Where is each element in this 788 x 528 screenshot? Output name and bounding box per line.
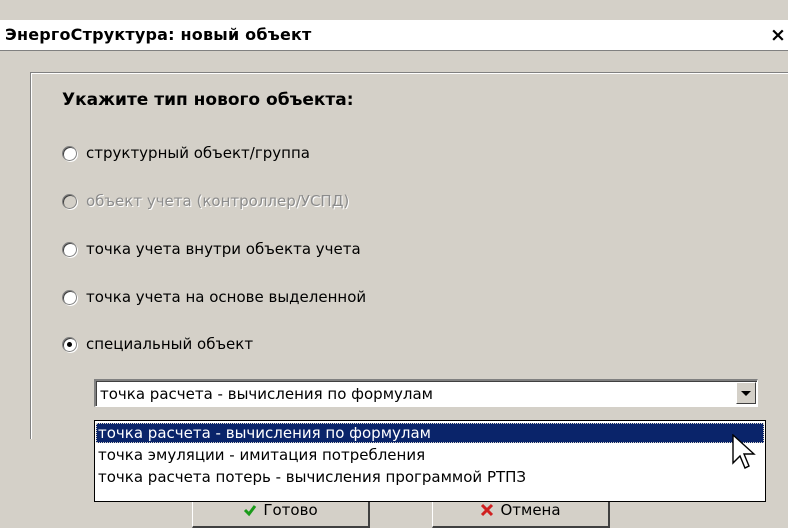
dialog-window: ЭнергоСтруктура: новый объект × Укажите …: [0, 0, 788, 528]
form-heading: Укажите тип нового объекта:: [62, 90, 354, 110]
dropdown-option[interactable]: точка эмуляции - имитация потребления: [96, 445, 764, 465]
select-current-value: точка расчета - вычисления по формулам: [100, 385, 433, 403]
title-bar[interactable]: ЭнергоСтруктура: новый объект ×: [0, 20, 788, 50]
radio-button-icon: [62, 193, 77, 209]
radio-label: объект учета (контроллер/УСПД): [86, 192, 350, 210]
title-separator: [0, 50, 788, 51]
dropdown-option[interactable]: точка расчета потерь - вычисления програ…: [96, 467, 764, 487]
window-title: ЭнергоСтруктура: новый объект: [5, 25, 312, 44]
radio-checked-dot: [67, 341, 72, 347]
cancel-button-label: Отмена: [500, 501, 561, 519]
radio-button-icon[interactable]: [62, 241, 77, 257]
cross-icon: [481, 503, 494, 517]
radio-label: специальный объект: [86, 335, 254, 353]
close-icon[interactable]: ×: [768, 24, 788, 46]
ok-button-label: Готово: [263, 501, 318, 519]
checkmark-icon: [244, 505, 257, 517]
dropdown-option[interactable]: точка расчета - вычисления по формулам: [96, 423, 764, 443]
radio-button-icon[interactable]: [62, 289, 77, 305]
special-object-type-select[interactable]: точка расчета - вычисления по формулам: [94, 379, 758, 407]
chevron-down-icon[interactable]: [736, 382, 756, 404]
radio-button-icon[interactable]: [62, 145, 77, 161]
radio-point-based-on-selected[interactable]: точка учета на основе выделенной: [62, 286, 366, 308]
radio-point-inside-object[interactable]: точка учета внутри объекта учета: [62, 238, 361, 260]
radio-special-object[interactable]: специальный объект: [62, 333, 253, 355]
radio-label: точка учета внутри объекта учета: [86, 240, 361, 258]
select-dropdown-list: точка расчета - вычисления по формулам т…: [94, 420, 766, 502]
radio-structural-object[interactable]: структурный объект/группа: [62, 142, 310, 164]
radio-metering-object: объект учета (контроллер/УСПД): [62, 190, 349, 212]
radio-button-icon[interactable]: [62, 336, 77, 352]
radio-label: структурный объект/группа: [86, 144, 310, 162]
radio-label: точка учета на основе выделенной: [86, 288, 367, 306]
